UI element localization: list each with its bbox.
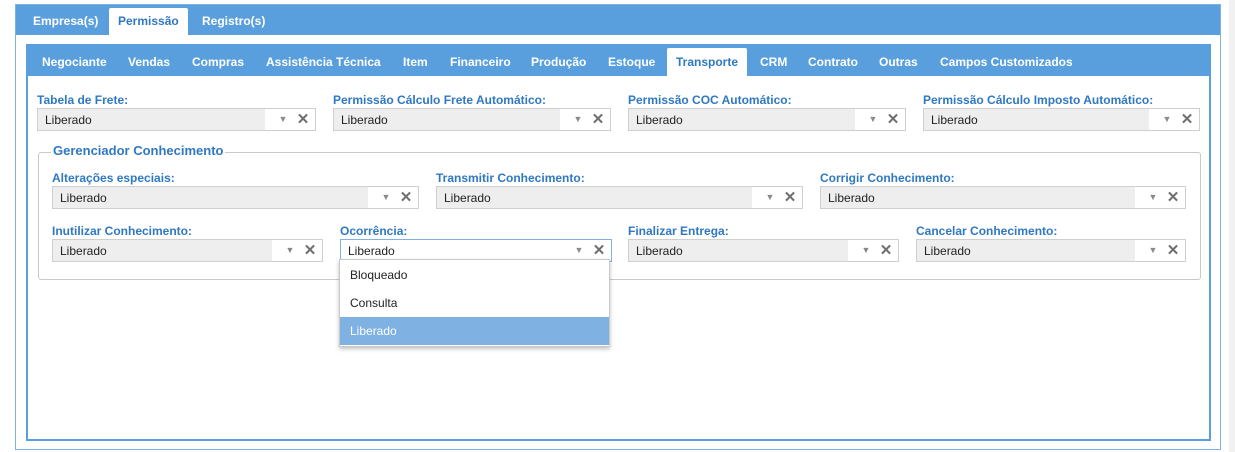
tab-assistencia-tecnica[interactable]: Assistência Técnica xyxy=(257,48,390,76)
tab-empresas[interactable]: Empresa(s) xyxy=(24,8,107,35)
select-value: Liberado xyxy=(348,244,395,258)
chevron-down-icon[interactable]: ▼ xyxy=(280,240,300,261)
close-icon[interactable]: ✕ xyxy=(1163,187,1183,208)
gerenciador-fieldset: Gerenciador Conhecimento Alterações espe… xyxy=(38,143,1201,280)
close-icon[interactable]: ✕ xyxy=(883,109,903,130)
close-icon[interactable]: ✕ xyxy=(396,187,416,208)
calc-frete-label: Permissão Cálculo Frete Automático: xyxy=(333,93,546,107)
select-value: Liberado xyxy=(924,244,971,258)
cancelar-label: Cancelar Conhecimento: xyxy=(916,224,1058,238)
tab-crm[interactable]: CRM xyxy=(751,48,796,76)
close-icon[interactable]: ✕ xyxy=(1163,240,1183,261)
alteracoes-label: Alterações especiais: xyxy=(52,171,175,185)
tab-permissao[interactable]: Permissão xyxy=(109,8,188,35)
tab-estoque[interactable]: Estoque xyxy=(599,48,664,76)
tab-transporte[interactable]: Transporte xyxy=(667,48,748,76)
chevron-down-icon[interactable]: ▼ xyxy=(568,109,588,130)
tab-compras[interactable]: Compras xyxy=(183,48,253,76)
close-icon[interactable]: ✕ xyxy=(293,109,313,130)
chevron-down-icon[interactable]: ▼ xyxy=(856,240,876,261)
chevron-down-icon[interactable]: ▼ xyxy=(569,240,589,261)
select-value: Liberado xyxy=(60,244,107,258)
calc-frete-select[interactable]: Liberado ▼ ✕ xyxy=(333,108,611,131)
chevron-down-icon[interactable]: ▼ xyxy=(376,187,396,208)
calc-imposto-select[interactable]: Liberado ▼ ✕ xyxy=(923,108,1200,131)
coc-label: Permissão COC Automático: xyxy=(628,93,792,107)
inutilizar-select[interactable]: Liberado ▼ ✕ xyxy=(52,239,323,262)
inutilizar-label: Inutilizar Conhecimento: xyxy=(52,224,193,238)
tab-vendas[interactable]: Vendas xyxy=(119,48,179,76)
permission-window: Empresa(s) Permissão Registro(s) Negocia… xyxy=(15,4,1221,450)
corrigir-select[interactable]: Liberado ▼ ✕ xyxy=(820,186,1186,209)
tab-item[interactable]: Item xyxy=(394,48,437,76)
cancelar-select[interactable]: Liberado ▼ ✕ xyxy=(916,239,1186,262)
chevron-down-icon[interactable]: ▼ xyxy=(863,109,883,130)
top-tab-bar: Empresa(s) Permissão Registro(s) xyxy=(16,5,1220,35)
transmitir-select[interactable]: Liberado ▼ ✕ xyxy=(436,186,803,209)
tab-campos-customizados[interactable]: Campos Customizados xyxy=(931,48,1082,76)
tabela-frete-label: Tabela de Frete: xyxy=(37,93,129,107)
select-value: Liberado xyxy=(341,113,388,127)
sub-tab-bar: Negociante Vendas Compras Assistência Té… xyxy=(28,46,1209,76)
tab-negociante[interactable]: Negociante xyxy=(33,48,116,76)
select-value: Liberado xyxy=(60,191,107,205)
chevron-down-icon[interactable]: ▼ xyxy=(1157,109,1177,130)
close-icon[interactable]: ✕ xyxy=(589,240,609,261)
close-icon[interactable]: ✕ xyxy=(588,109,608,130)
chevron-down-icon[interactable]: ▼ xyxy=(273,109,293,130)
corrigir-label: Corrigir Conhecimento: xyxy=(820,171,955,185)
finalizar-label: Finalizar Entrega: xyxy=(628,224,729,238)
chevron-down-icon[interactable]: ▼ xyxy=(1143,187,1163,208)
chevron-down-icon[interactable]: ▼ xyxy=(760,187,780,208)
ocorrencia-label: Ocorrência: xyxy=(340,224,408,238)
tab-registros[interactable]: Registro(s) xyxy=(193,8,274,35)
permission-panel: Negociante Vendas Compras Assistência Té… xyxy=(26,44,1211,441)
select-value: Liberado xyxy=(931,113,978,127)
tab-financeiro[interactable]: Financeiro xyxy=(441,48,520,76)
option-bloqueado[interactable]: Bloqueado xyxy=(340,261,609,289)
select-value: Liberado xyxy=(828,191,875,205)
select-value: Liberado xyxy=(636,113,683,127)
close-icon[interactable]: ✕ xyxy=(300,240,320,261)
ocorrencia-dropdown: Bloqueado Consulta Liberado xyxy=(339,259,610,347)
select-value: Liberado xyxy=(444,191,491,205)
tabela-frete-select[interactable]: Liberado ▼ ✕ xyxy=(37,108,316,131)
close-icon[interactable]: ✕ xyxy=(780,187,800,208)
calc-imposto-label: Permissão Cálculo Imposto Automático: xyxy=(923,93,1154,107)
close-icon[interactable]: ✕ xyxy=(876,240,896,261)
page-scrollbar[interactable] xyxy=(1229,0,1235,452)
coc-select[interactable]: Liberado ▼ ✕ xyxy=(628,108,906,131)
tab-outras[interactable]: Outras xyxy=(870,48,927,76)
select-value: Liberado xyxy=(636,244,683,258)
option-consulta[interactable]: Consulta xyxy=(340,289,609,317)
alteracoes-select[interactable]: Liberado ▼ ✕ xyxy=(52,186,419,209)
chevron-down-icon[interactable]: ▼ xyxy=(1143,240,1163,261)
finalizar-select[interactable]: Liberado ▼ ✕ xyxy=(628,239,899,262)
option-liberado[interactable]: Liberado xyxy=(340,317,609,345)
close-icon[interactable]: ✕ xyxy=(1177,109,1197,130)
tab-contrato[interactable]: Contrato xyxy=(799,48,867,76)
gerenciador-legend: Gerenciador Conhecimento xyxy=(51,143,226,158)
transmitir-label: Transmitir Conhecimento: xyxy=(436,171,585,185)
select-value: Liberado xyxy=(45,113,92,127)
tab-producao[interactable]: Produção xyxy=(522,48,595,76)
